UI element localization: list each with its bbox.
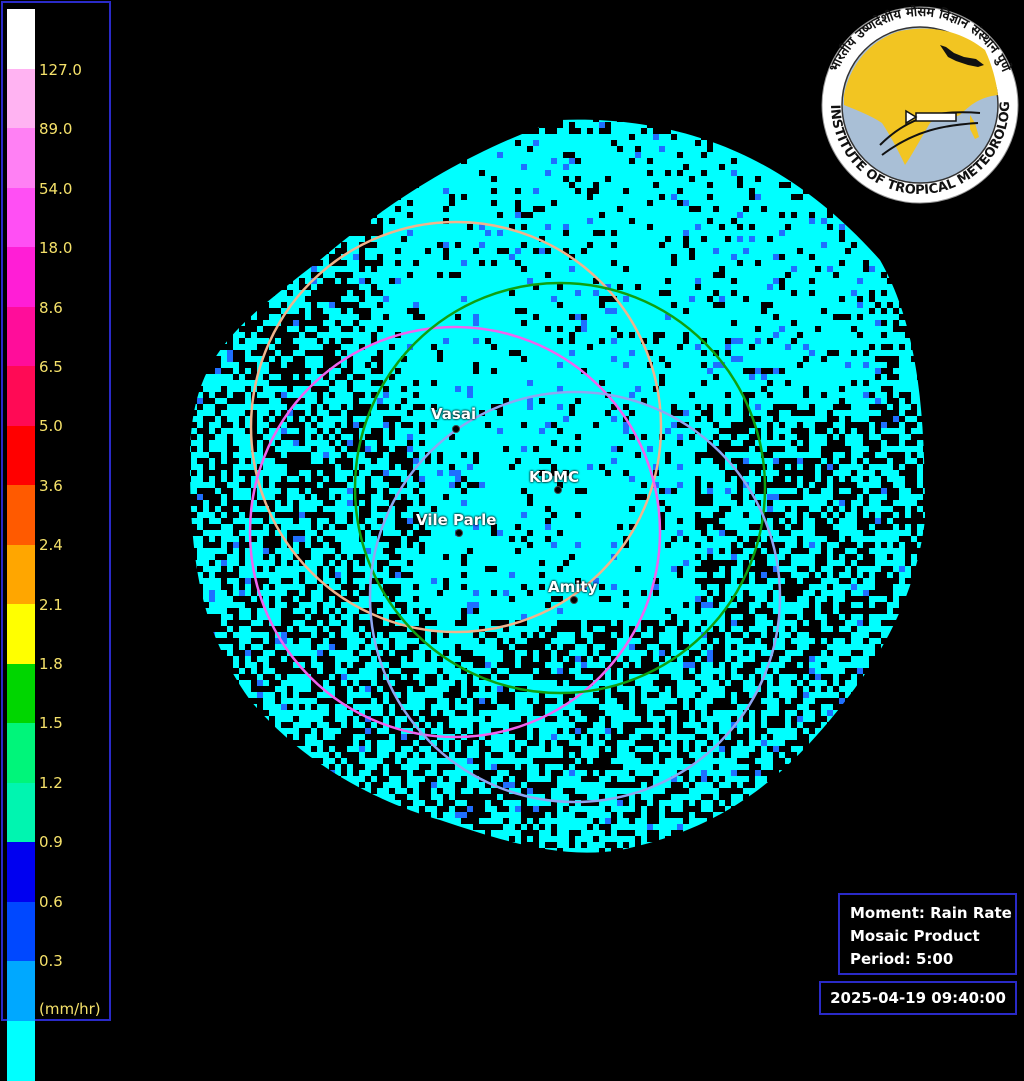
legend-swatch: [7, 902, 35, 963]
iitm-logo: भारतीय उष्णदेशीय मौसम विज्ञान संस्थान पु…: [820, 5, 1020, 205]
legend-swatch: [7, 842, 35, 903]
vile-parle-marker: [455, 529, 463, 537]
timestamp-box: 2025-04-19 09:40:00: [819, 981, 1017, 1015]
vasai-marker: [452, 425, 460, 433]
moment-label: Moment: Rain Rate: [850, 902, 1015, 925]
legend-tick-label: 1.5: [39, 716, 63, 731]
legend-tick-label: 127.0: [39, 63, 82, 78]
legend-swatch: [7, 604, 35, 665]
legend-tick-label: 18.0: [39, 241, 72, 256]
legend-swatch: [7, 188, 35, 249]
legend-swatch: [7, 783, 35, 844]
product-info-box: Moment: Rain Rate Mosaic Product Period:…: [838, 893, 1017, 975]
legend-swatch: [7, 366, 35, 427]
legend-tick-label: 2.1: [39, 598, 63, 613]
legend-tick-label: 2.4: [39, 538, 63, 553]
legend-tick-label: 54.0: [39, 182, 72, 197]
legend-swatch: [7, 9, 35, 70]
legend-tick-label: 5.0: [39, 419, 63, 434]
legend-swatch: [7, 723, 35, 784]
legend-swatch: [7, 961, 35, 1022]
kdmc-marker: [554, 486, 562, 494]
legend-tick-label: 3.6: [39, 479, 63, 494]
legend-swatch: [7, 664, 35, 725]
legend-swatch: [7, 1021, 35, 1081]
legend-swatch: [7, 485, 35, 546]
period-label: Period: 5:00: [850, 948, 1015, 971]
legend-swatch: [7, 128, 35, 189]
legend-swatch: [7, 247, 35, 308]
legend-swatch: [7, 545, 35, 606]
station-label-vasai: Vasai: [431, 405, 476, 423]
legend-swatch: [7, 307, 35, 368]
amity-marker: [570, 596, 578, 604]
legend-tick-label: 6.5: [39, 360, 63, 375]
product-label: Mosaic Product: [850, 925, 1015, 948]
station-label-vile-parle: Vile Parle: [416, 511, 496, 529]
color-scale-legend: 127.0 89.0 54.0 18.0 8.6 6.5 5.0 3.6 2.4 2.1 1.8 1.…: [1, 1, 111, 1021]
legend-units: (mm/hr): [39, 1000, 101, 1018]
legend-tick-label: 0.6: [39, 895, 63, 910]
legend-tick-label: 0.3: [39, 954, 63, 969]
legend-tick-label: 1.2: [39, 776, 63, 791]
legend-swatch: [7, 426, 35, 487]
station-label-amity: Amity: [548, 578, 597, 596]
color-scale-bar: [7, 9, 35, 1080]
legend-tick-label: 0.9: [39, 835, 63, 850]
station-label-kdmc: KDMC: [529, 468, 579, 486]
legend-tick-label: 1.8: [39, 657, 63, 672]
legend-tick-label: 89.0: [39, 122, 72, 137]
legend-tick-label: 8.6: [39, 301, 63, 316]
legend-swatch: [7, 69, 35, 130]
